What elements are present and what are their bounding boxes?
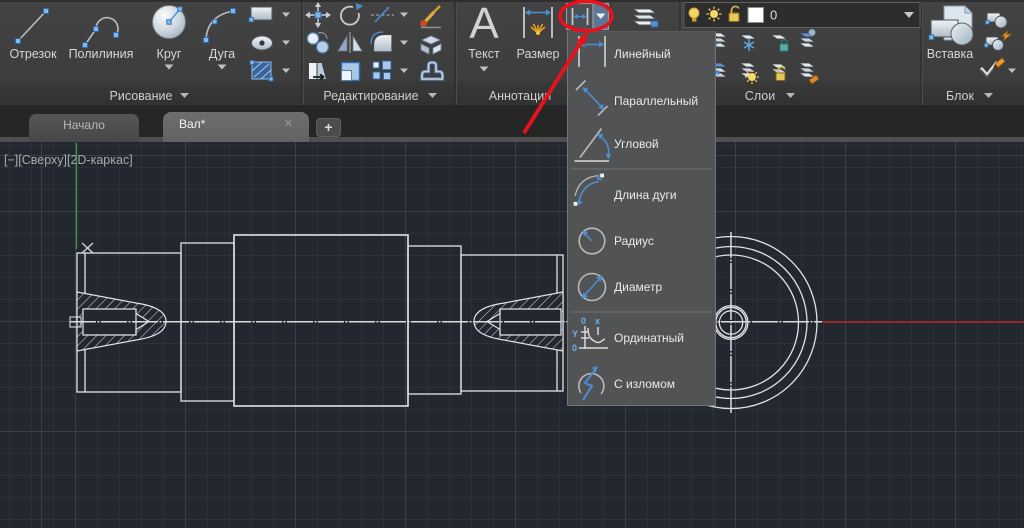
svg-text:Дуга: Дуга [209,47,235,61]
svg-text:Круг: Круг [157,47,182,61]
svg-text:0: 0 [581,316,586,326]
svg-text:0: 0 [572,343,577,353]
svg-text:A: A [469,0,499,48]
svg-text:Вставка: Вставка [927,47,974,61]
svg-text:x: x [595,316,600,326]
svg-text:Отрезок: Отрезок [9,47,57,61]
svg-text:0: 0 [770,8,777,23]
svg-text:Аннотации: Аннотации [489,89,551,103]
svg-text:Текст: Текст [468,47,500,61]
svg-text:[−][Сверху][2D-каркас]: [−][Сверху][2D-каркас] [4,153,133,167]
svg-text:Блок: Блок [946,89,974,103]
svg-text:Слои: Слои [745,89,775,103]
svg-text:Y: Y [572,329,578,339]
svg-text:Полилиния: Полилиния [69,47,134,61]
svg-text:Рисование: Рисование [110,89,173,103]
svg-text:Размер: Размер [517,47,560,61]
svg-text:Редактирование: Редактирование [323,89,418,103]
